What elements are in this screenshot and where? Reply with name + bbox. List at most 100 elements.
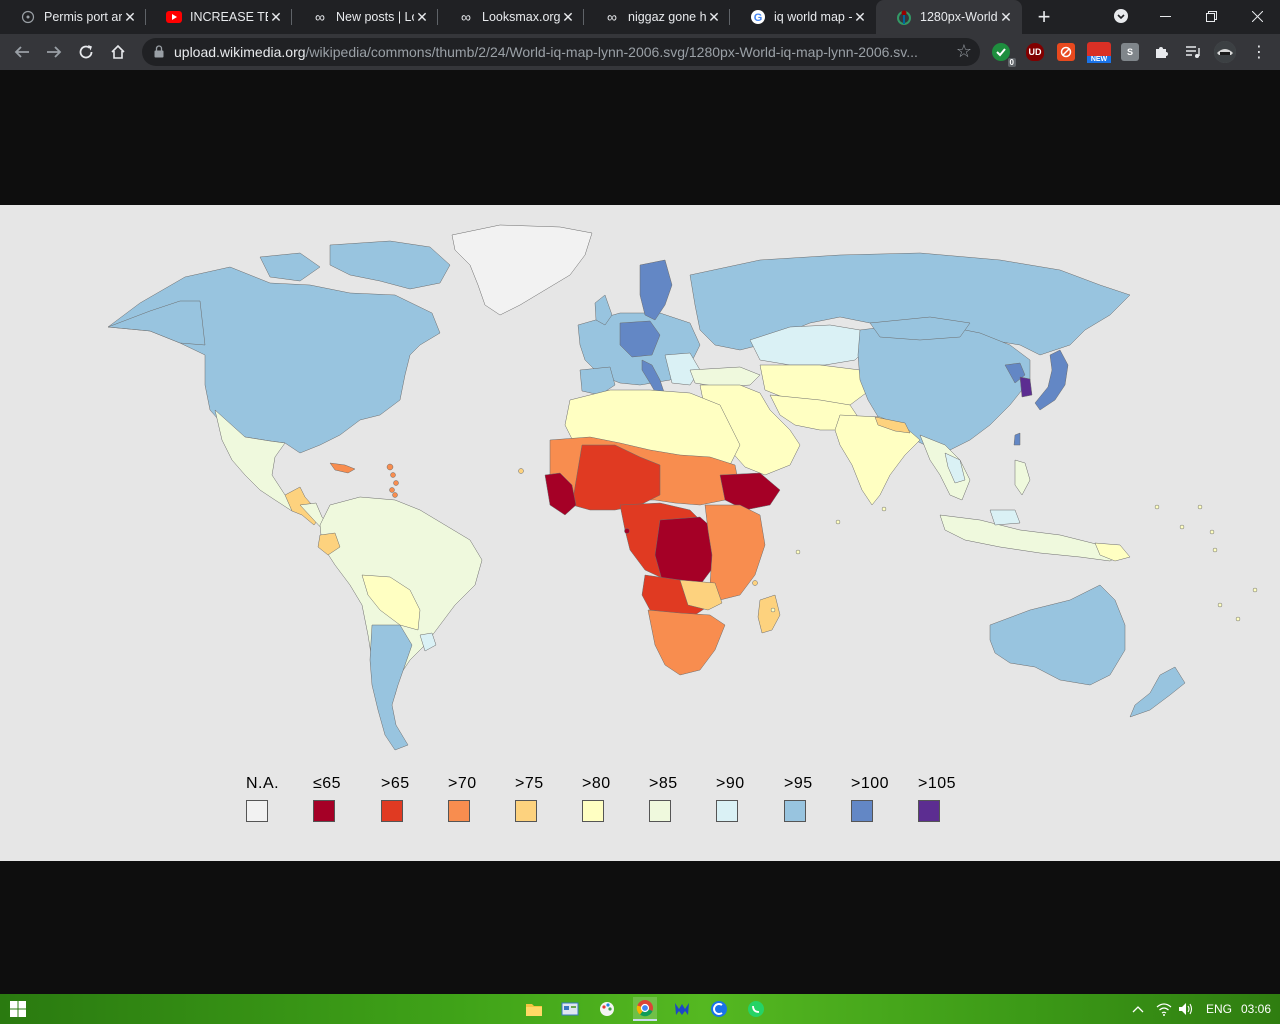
tab-permis-port-arme[interactable]: Permis port arm ✕: [0, 0, 146, 34]
control-panel-icon[interactable]: [558, 997, 582, 1021]
windows-start-icon[interactable]: [6, 997, 30, 1021]
region-philippines: [1014, 459, 1031, 496]
legend-swatch: [851, 800, 873, 822]
region-scandinavia: [639, 259, 673, 321]
puzzle-extensions-icon[interactable]: [1152, 43, 1170, 61]
close-tab-icon[interactable]: ✕: [268, 9, 284, 25]
tab-search-button[interactable]: [1098, 0, 1144, 32]
region-australia: [989, 584, 1126, 686]
close-window-button[interactable]: [1234, 0, 1280, 32]
legend-label: ≤65: [313, 775, 342, 792]
extension-badge: S: [1126, 47, 1133, 57]
close-tab-icon[interactable]: ✕: [706, 9, 722, 25]
extension-badge: NEW: [1087, 56, 1111, 63]
media-queue-icon[interactable]: [1184, 43, 1202, 61]
region-north-america: [107, 266, 441, 454]
reload-icon[interactable]: [73, 39, 99, 65]
world-iq-map-image: N.A. ≤65 >65 >70 >75 >80 >85 >90 >95 >10…: [0, 205, 1280, 861]
ublock-extension-icon[interactable]: UD: [1026, 43, 1044, 61]
extension-badge: UD: [1028, 47, 1042, 57]
new-extension-icon[interactable]: NEW: [1087, 42, 1111, 63]
region-southern-africa: [647, 609, 726, 676]
url-text: upload.wikimedia.org/wikipedia/commons/t…: [174, 44, 944, 60]
legend-swatch: [515, 800, 537, 822]
tab-strip: Permis port arm ✕ INCREASE TEST ✕ ∞ New …: [0, 0, 1280, 34]
forward-arrow-icon[interactable]: [41, 39, 67, 65]
close-tab-icon[interactable]: ✕: [998, 9, 1014, 25]
legend-label: N.A.: [246, 775, 280, 792]
region-turkey: [689, 366, 761, 388]
legend-swatch: [784, 800, 806, 822]
malwarebytes-icon[interactable]: [670, 997, 694, 1021]
tab-title: Looksmax.org: [482, 10, 560, 24]
home-icon[interactable]: [105, 39, 131, 65]
region-japan: [1034, 349, 1069, 411]
address-bar[interactable]: upload.wikimedia.org/wikipedia/commons/t…: [142, 38, 980, 66]
tab-looksmax[interactable]: ∞ Looksmax.org ✕: [438, 0, 584, 34]
legend-swatch: [582, 800, 604, 822]
url-host: upload.wikimedia.org: [174, 44, 306, 60]
google-icon: G: [750, 9, 766, 25]
crosshair-icon: [20, 9, 36, 25]
chrome-menu-icon[interactable]: ⋮: [1246, 39, 1272, 65]
check-extension-icon[interactable]: 0: [992, 43, 1016, 67]
chevron-up-icon[interactable]: [1128, 997, 1148, 1021]
back-arrow-icon[interactable]: [9, 39, 35, 65]
new-tab-button[interactable]: +: [1032, 4, 1056, 29]
close-tab-icon[interactable]: ✕: [560, 9, 576, 25]
legend-label: >80: [582, 775, 611, 792]
minimize-button[interactable]: [1142, 0, 1188, 32]
blocker-extension-icon[interactable]: [1057, 43, 1075, 61]
profile-avatar[interactable]: [1214, 41, 1236, 63]
tab-forum-thread[interactable]: ∞ niggaz gone ha ✕: [584, 0, 730, 34]
legend-label: >100: [851, 775, 890, 792]
tab-title: INCREASE TEST: [190, 10, 268, 24]
tab-new-posts[interactable]: ∞ New posts | Lo ✕: [292, 0, 438, 34]
region-arctic-islands-2: [259, 252, 321, 282]
region-taiwan: [1013, 432, 1021, 446]
legend-swatch: [918, 800, 940, 822]
map-legend: N.A. ≤65 >65 >70 >75 >80 >85 >90 >95 >10…: [0, 775, 1280, 835]
tab-iq-world-map-search[interactable]: G iq world map - ✕: [730, 0, 876, 34]
legend-label: >75: [515, 775, 544, 792]
region-indonesia: [939, 514, 1121, 562]
legend-swatch: [313, 800, 335, 822]
legend-swatch: [649, 800, 671, 822]
close-tab-icon[interactable]: ✕: [852, 9, 868, 25]
legend-label: >90: [716, 775, 745, 792]
windows-taskbar: ENG 03:06: [0, 994, 1280, 1024]
restore-button[interactable]: [1188, 0, 1234, 32]
close-tab-icon[interactable]: ✕: [122, 9, 138, 25]
region-argentina: [369, 624, 413, 751]
paint-icon[interactable]: [595, 997, 619, 1021]
tab-world-iq-map-image[interactable]: 1280px-World- ✕: [876, 0, 1022, 34]
volume-icon[interactable]: [1176, 997, 1196, 1021]
bookmark-star-icon[interactable]: ☆: [956, 41, 972, 62]
close-tab-icon[interactable]: ✕: [414, 9, 430, 25]
region-greenland: [451, 224, 593, 316]
wikimedia-icon: [896, 9, 912, 25]
legend-swatch: [381, 800, 403, 822]
region-caribbean: [329, 462, 356, 474]
tab-title: niggaz gone ha: [628, 10, 706, 24]
browser-toolbar: upload.wikimedia.org/wikipedia/commons/t…: [0, 34, 1280, 70]
wifi-icon[interactable]: [1154, 997, 1174, 1021]
svg-text:G: G: [754, 12, 763, 24]
youtube-icon: [166, 9, 182, 25]
whatsapp-icon[interactable]: [744, 997, 768, 1021]
lock-icon[interactable]: [154, 45, 164, 63]
language-indicator[interactable]: ENG: [1206, 1002, 1232, 1016]
chrome-taskbar-icon[interactable]: [633, 997, 657, 1021]
legend-swatch: [716, 800, 738, 822]
legend-label: >85: [649, 775, 678, 792]
tab-increase-test[interactable]: INCREASE TEST ✕: [146, 0, 292, 34]
region-uruguay: [419, 632, 437, 652]
clock[interactable]: 03:06: [1241, 1002, 1271, 1016]
s-extension-icon[interactable]: S: [1121, 43, 1139, 61]
region-indochina: [919, 434, 971, 501]
legend-label: >105: [918, 775, 957, 792]
ccleaner-icon[interactable]: [707, 997, 731, 1021]
region-horn-of-africa: [719, 472, 781, 511]
file-explorer-icon[interactable]: [522, 997, 546, 1021]
legend-label: >95: [784, 775, 813, 792]
